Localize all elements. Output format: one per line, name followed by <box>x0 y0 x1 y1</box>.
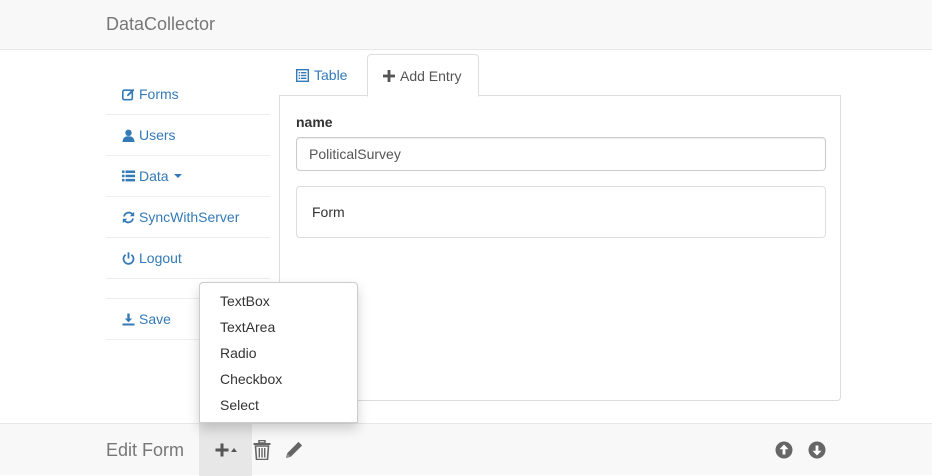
arrow-down-circle-icon <box>808 441 826 459</box>
top-navbar: DataCollector <box>0 0 932 50</box>
power-icon <box>121 251 135 265</box>
caret-down-icon <box>173 174 182 178</box>
tab-add-entry[interactable]: Add Entry <box>367 54 479 97</box>
menu-item-select[interactable]: Select <box>200 392 357 418</box>
table-list-icon <box>296 68 309 82</box>
plus-icon <box>383 69 395 82</box>
add-entry-panel: name Form <box>279 96 841 401</box>
trash-icon <box>253 440 271 460</box>
tab-label: Table <box>314 67 348 83</box>
sidebar-item-data[interactable]: Data <box>106 156 270 197</box>
bottom-toolbar: Edit Form <box>0 423 932 476</box>
sidebar-item-label: Forms <box>139 86 179 102</box>
sidebar-item-forms[interactable]: Forms <box>106 74 270 115</box>
edit-icon <box>121 87 135 101</box>
menu-item-checkbox[interactable]: Checkbox <box>200 366 357 392</box>
brand-title[interactable]: DataCollector <box>106 14 215 34</box>
add-field-dropdown-button[interactable] <box>199 424 252 476</box>
sidebar-item-users[interactable]: Users <box>106 115 270 156</box>
sidebar-item-label: SyncWithServer <box>139 209 240 225</box>
move-down-button[interactable] <box>807 424 827 476</box>
menu-item-radio[interactable]: Radio <box>200 340 357 366</box>
tab-bar: Table Add Entry <box>279 54 841 97</box>
edit-button[interactable] <box>283 424 305 476</box>
sidebar-item-syncwithserver[interactable]: SyncWithServer <box>106 197 270 238</box>
form-section-label: Form <box>312 204 345 220</box>
move-up-button[interactable] <box>774 424 794 476</box>
plus-icon <box>215 443 229 457</box>
caret-up-icon <box>230 448 237 452</box>
sidebar-item-label: Logout <box>139 250 182 266</box>
refresh-icon <box>121 210 135 224</box>
menu-item-textbox[interactable]: TextBox <box>200 288 357 314</box>
add-field-dropdown-menu: TextBox TextArea Radio Checkbox Select <box>199 282 358 423</box>
sidebar-item-label: Data <box>139 168 169 184</box>
delete-button[interactable] <box>252 424 272 476</box>
name-input[interactable] <box>296 137 826 171</box>
name-label: name <box>296 114 333 130</box>
list-icon <box>121 169 135 183</box>
download-icon <box>121 312 135 326</box>
sidebar-item-label: Users <box>139 127 176 143</box>
form-section[interactable]: Form <box>296 186 826 238</box>
sidebar-item-label: Save <box>139 311 171 327</box>
arrow-up-circle-icon <box>775 441 793 459</box>
edit-form-title: Edit Form <box>106 440 185 460</box>
menu-item-textarea[interactable]: TextArea <box>200 314 357 340</box>
tab-table[interactable]: Table <box>281 54 362 96</box>
sidebar-item-logout[interactable]: Logout <box>106 238 270 279</box>
pencil-icon <box>284 440 304 460</box>
tab-label: Add Entry <box>400 67 462 84</box>
user-icon <box>121 128 135 142</box>
